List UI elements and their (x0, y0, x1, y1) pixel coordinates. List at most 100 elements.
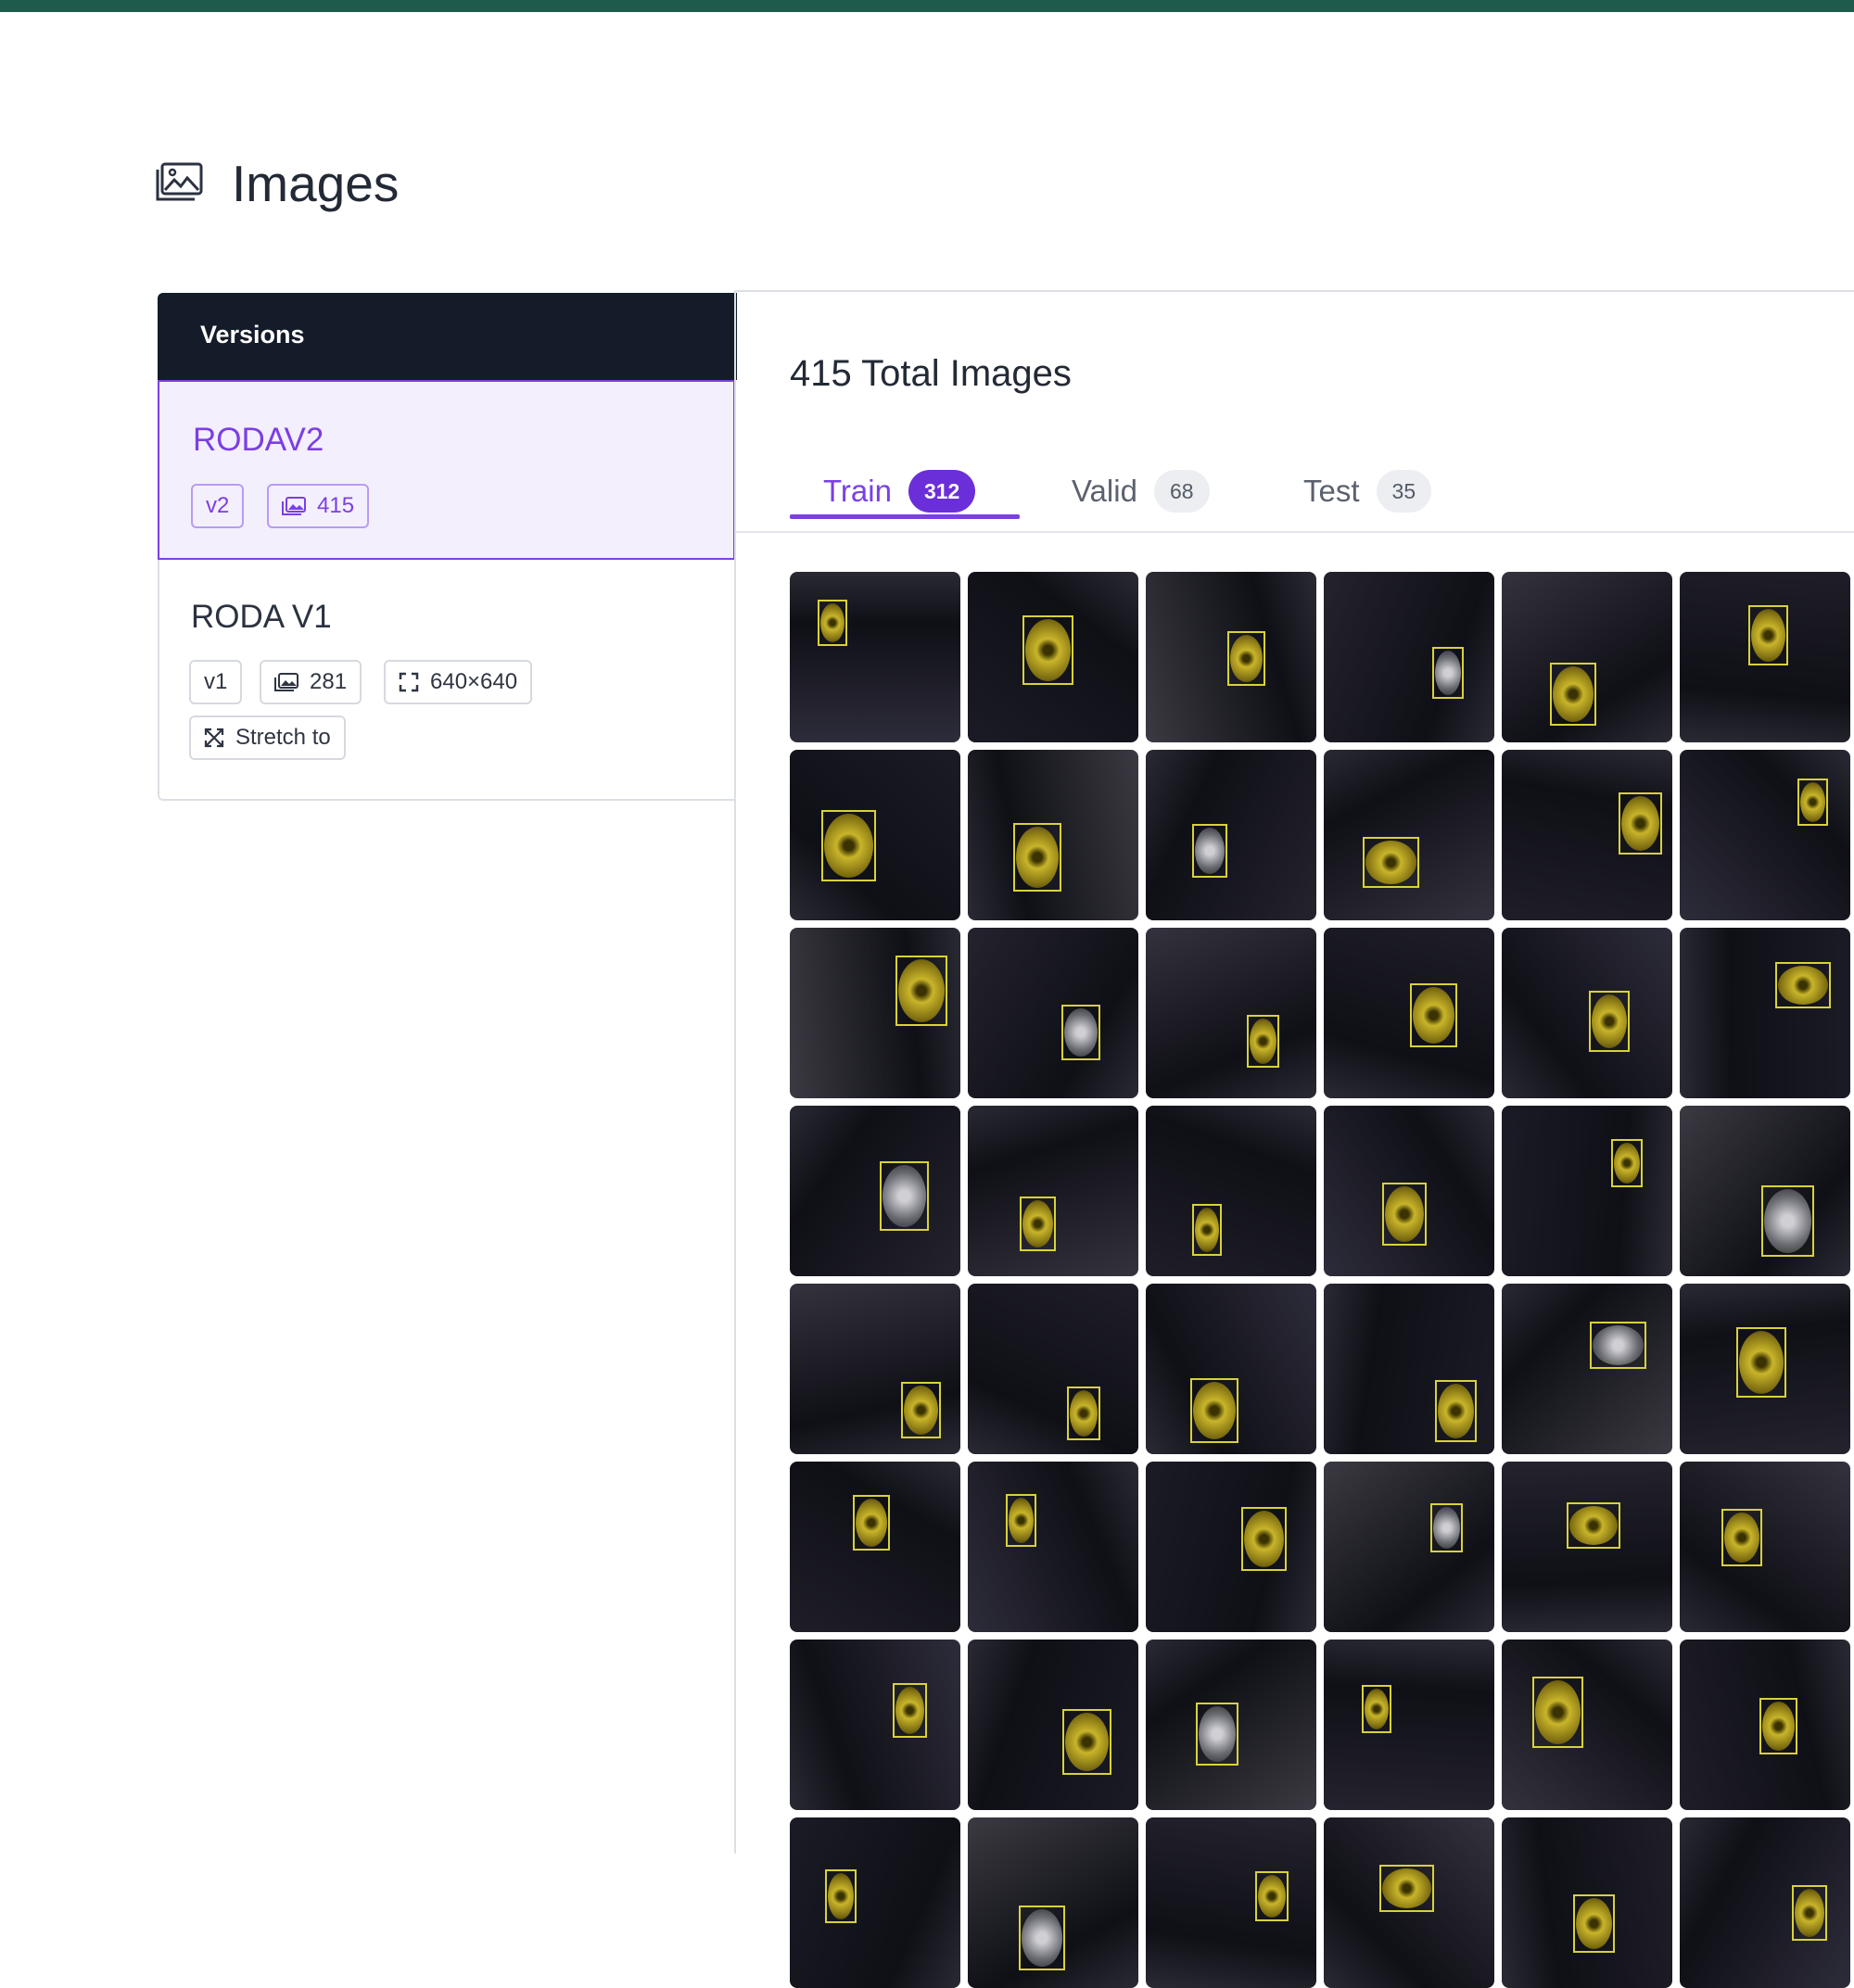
image-thumbnail[interactable] (790, 1106, 960, 1276)
image-thumbnail[interactable] (790, 750, 960, 920)
image-thumbnail[interactable] (1680, 928, 1850, 1098)
image-thumbnail[interactable] (1324, 1817, 1494, 1988)
image-thumbnail[interactable] (968, 1817, 1138, 1988)
image-thumbnail[interactable] (1146, 750, 1316, 920)
image-thumbnail[interactable] (968, 928, 1138, 1098)
image-thumbnail[interactable] (1146, 1106, 1316, 1276)
version-badge: v2 (191, 484, 245, 528)
bounding-box (1619, 792, 1662, 855)
image-thumbnail[interactable] (1502, 572, 1672, 742)
bounding-box (1792, 1885, 1827, 1941)
page-title: Images (232, 155, 400, 212)
image-thumbnail[interactable] (790, 1462, 960, 1632)
bounding-box (1797, 779, 1828, 826)
image-thumbnail[interactable] (790, 1640, 960, 1810)
image-thumbnail[interactable] (1680, 750, 1850, 920)
bounding-box (1435, 1380, 1477, 1442)
image-thumbnail[interactable] (1680, 1284, 1850, 1454)
versions-header-label: Versions (200, 321, 305, 348)
version-name: RODAV2 (193, 422, 324, 458)
bounding-box (1611, 1139, 1643, 1187)
bounding-box (1190, 1378, 1238, 1443)
tab-train[interactable]: Train 312 (823, 451, 976, 531)
bounding-box (1532, 1677, 1583, 1748)
bounding-box (1255, 1871, 1289, 1921)
image-thumbnail[interactable] (1146, 572, 1316, 742)
resize-mode-badge: Stretch to (189, 715, 346, 760)
image-thumbnail[interactable] (790, 1284, 960, 1454)
version-badge: v1 (189, 660, 243, 704)
bounding-box (821, 810, 876, 881)
bounding-box (1227, 631, 1265, 686)
bounding-box (1379, 1865, 1434, 1912)
image-thumbnail[interactable] (1680, 572, 1850, 742)
bounding-box (1721, 1509, 1762, 1566)
image-thumbnail[interactable] (1324, 1640, 1494, 1810)
bounding-box (1062, 1709, 1111, 1775)
bounding-box (1241, 1507, 1287, 1571)
image-thumbnail[interactable] (968, 1640, 1138, 1810)
image-thumbnail[interactable] (790, 572, 960, 742)
bounding-box (1363, 837, 1419, 888)
tab-valid[interactable]: Valid 68 (1072, 451, 1210, 531)
image-icon (282, 497, 306, 515)
bounding-box (1382, 1183, 1427, 1246)
image-thumbnail[interactable] (1324, 1462, 1494, 1632)
image-thumbnail[interactable] (1502, 1462, 1672, 1632)
image-thumbnail[interactable] (968, 1106, 1138, 1276)
bounding-box (1410, 983, 1457, 1047)
bounding-box (1736, 1327, 1786, 1398)
bounding-box (895, 956, 947, 1026)
bounding-box (1430, 1503, 1463, 1552)
bounding-box (1759, 1698, 1797, 1754)
image-thumbnail[interactable] (1146, 1284, 1316, 1454)
bounding-box (1013, 823, 1061, 892)
image-thumbnail[interactable] (968, 750, 1138, 920)
image-thumbnail[interactable] (968, 572, 1138, 742)
bounding-box (1006, 1494, 1036, 1547)
image-thumbnail[interactable] (968, 1284, 1138, 1454)
version-card-roda-v1[interactable]: RODA V1 v1 281 640×640 Stretch to (158, 560, 735, 799)
image-thumbnail[interactable] (1502, 928, 1672, 1098)
bounding-box (1589, 991, 1630, 1052)
bounding-box (901, 1382, 941, 1438)
image-icon (274, 673, 298, 691)
images-main-panel: 415 Total Images Train 312 Valid 68 Test… (734, 290, 1854, 1988)
bounding-box (853, 1495, 890, 1551)
bounding-box (1748, 605, 1788, 665)
image-thumbnail[interactable] (1502, 1817, 1672, 1988)
image-thumbnail[interactable] (1324, 750, 1494, 920)
image-thumbnail[interactable] (968, 1462, 1138, 1632)
image-thumbnail[interactable] (1324, 1284, 1494, 1454)
image-thumbnail[interactable] (1680, 1106, 1850, 1276)
image-thumbnail[interactable] (1146, 928, 1316, 1098)
tab-count: 68 (1153, 470, 1210, 513)
resize-badge: 640×640 (384, 660, 533, 704)
image-thumbnail[interactable] (1502, 1106, 1672, 1276)
image-thumbnail[interactable] (1502, 1284, 1672, 1454)
tab-count: 312 (908, 470, 976, 513)
image-thumbnail[interactable] (790, 928, 960, 1098)
image-thumbnail[interactable] (1146, 1817, 1316, 1988)
images-icon (154, 161, 204, 207)
image-thumbnail[interactable] (1680, 1817, 1850, 1988)
image-thumbnail[interactable] (790, 1817, 960, 1988)
bounding-box (1247, 1015, 1279, 1068)
image-thumbnail[interactable] (1680, 1462, 1850, 1632)
versions-panel: Versions RODAV2 v2 415 RODA V1 v1 281 64… (158, 293, 737, 801)
image-thumbnail[interactable] (1502, 1640, 1672, 1810)
bounding-box (1775, 962, 1831, 1008)
image-thumbnail[interactable] (1502, 750, 1672, 920)
image-thumbnail[interactable] (1146, 1640, 1316, 1810)
tab-test[interactable]: Test 35 (1303, 451, 1432, 531)
bounding-box (1761, 1185, 1814, 1257)
tab-label: Valid (1072, 474, 1137, 508)
image-thumbnail[interactable] (1324, 928, 1494, 1098)
image-thumbnail[interactable] (1680, 1640, 1850, 1810)
image-thumbnail[interactable] (1146, 1462, 1316, 1632)
image-thumbnail[interactable] (1324, 572, 1494, 742)
bounding-box (1067, 1387, 1100, 1440)
version-card-rodav2[interactable]: RODAV2 v2 415 (158, 380, 735, 560)
bounding-box (818, 600, 847, 646)
image-thumbnail[interactable] (1324, 1106, 1494, 1276)
